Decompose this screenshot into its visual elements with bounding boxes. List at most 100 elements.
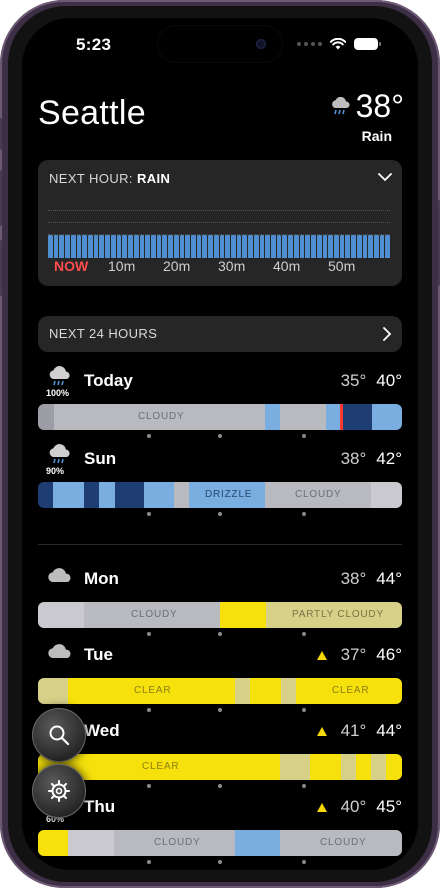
timeline-segment (341, 754, 356, 780)
day-temperatures: 40° 45° (316, 797, 402, 817)
timeline-segment-rain (265, 404, 280, 430)
alert-icon[interactable] (316, 650, 327, 660)
precipitation-bar (253, 235, 259, 258)
day-temperatures: 38° 42° (341, 449, 402, 469)
precip-chance: 90% (46, 466, 65, 476)
segment-label: CLEAR (332, 685, 370, 696)
timeline-segment-clear (220, 602, 266, 628)
timeline-segment (250, 678, 281, 704)
precipitation-bar (225, 235, 230, 258)
condition-timeline: CLEAR CLEAR (38, 678, 402, 704)
volume-up-button (0, 170, 2, 226)
precipitation-bar (59, 235, 65, 258)
timeline-segment (68, 830, 114, 856)
precipitation-bar (236, 235, 242, 258)
timeline-segment-clear: CLEAR (296, 678, 402, 704)
precipitation-bar (339, 235, 345, 258)
timeline-segment (38, 482, 53, 508)
chevron-down-icon[interactable] (378, 173, 392, 182)
precipitation-bar (202, 235, 208, 258)
timeline-segment (235, 678, 250, 704)
precipitation-bar (293, 235, 299, 258)
cellular-signal-icon (297, 42, 322, 46)
precipitation-bar (333, 235, 339, 258)
day-row-thu[interactable]: 60% Thu 40° 45° CLOUDY CLOUDY (38, 792, 402, 864)
timeline-segment-clear (38, 830, 68, 856)
next-hour-title: NEXT HOUR: RAIN (49, 171, 170, 186)
timeline-segment (38, 404, 54, 430)
precipitation-bar (288, 235, 293, 258)
low-temp: 40° (340, 797, 367, 816)
precipitation-bar (282, 235, 288, 258)
precipitation-bar (362, 235, 368, 258)
precipitation-bar (265, 235, 271, 258)
precipitation-bar (259, 235, 265, 258)
day-row-wed[interactable]: Wed 41° 44° CLEAR (38, 716, 402, 788)
precipitation-bar (373, 235, 379, 258)
timeline-segment (53, 482, 84, 508)
next-hour-condition: RAIN (136, 171, 171, 186)
timeline-segment-partly-cloudy: PARTLY CLOUDY (266, 602, 402, 628)
timeline-segment (371, 754, 386, 780)
search-button[interactable] (32, 708, 86, 762)
chart-gridline (48, 222, 390, 223)
cloud-icon (48, 644, 71, 658)
high-temp: 42° (376, 449, 402, 468)
section-divider (38, 544, 402, 545)
day-row-mon[interactable]: Mon 38° 44° CLOUDY PARTLY CLOUDY (38, 564, 402, 636)
precipitation-bar (116, 235, 122, 258)
alert-icon[interactable] (316, 726, 327, 736)
day-temperatures: 41° 44° (316, 721, 402, 741)
precipitation-bar (213, 235, 219, 258)
precipitation-bar (76, 235, 82, 258)
timeline-segment-cloudy: CLOUDY (265, 482, 371, 508)
action-button (0, 118, 2, 150)
settings-button[interactable] (32, 764, 86, 818)
timeline-segment (84, 482, 99, 508)
day-temperatures: 35° 40° (341, 371, 402, 391)
precipitation-bar (328, 235, 333, 258)
segment-label: DRIZZLE (205, 489, 253, 500)
precipitation-bars (48, 234, 391, 258)
precipitation-bar (93, 235, 99, 258)
low-temp: 37° (340, 645, 367, 664)
precipitation-bar (190, 235, 196, 258)
low-temp: 38° (340, 569, 367, 588)
tick-50m: 50m (328, 258, 356, 274)
precipitation-bar (231, 235, 236, 258)
timeline-segment-cloudy: CLOUDY (84, 602, 220, 628)
status-icons (297, 38, 381, 50)
status-time: 5:23 (76, 35, 112, 54)
timeline-segment (99, 482, 115, 508)
day-row-sun[interactable]: 90% Sun 38° 42° DRIZZLE CLOUDY (38, 444, 402, 516)
precipitation-bar (276, 235, 282, 258)
low-temp: 35° (340, 371, 367, 390)
precipitation-bar (70, 235, 76, 258)
timeline-segment-rain (235, 830, 280, 856)
high-temp: 40° (376, 371, 402, 390)
precipitation-bar (145, 235, 150, 258)
next-24-hours-button[interactable]: NEXT 24 HOURS (38, 316, 402, 352)
current-temperature: 38° (330, 88, 404, 125)
precipitation-bar (65, 235, 70, 258)
precipitation-bar (53, 235, 59, 258)
timeline-segment-drizzle: DRIZZLE (189, 482, 265, 508)
timeline-segment (371, 482, 402, 508)
day-row-tue[interactable]: Tue 37° 46° CLEAR CLEAR (38, 640, 402, 712)
condition-timeline: CLEAR (38, 754, 402, 780)
segment-label: PARTLY CLOUDY (292, 609, 384, 620)
timeline-hour-dots (38, 512, 402, 518)
day-row-today[interactable]: 100% Today 35° 40° CLOUDY (38, 366, 402, 438)
day-temperatures: 37° 46° (316, 645, 402, 665)
timeline-segment (144, 482, 174, 508)
precipitation-bar (139, 235, 145, 258)
segment-label: CLOUDY (131, 609, 178, 620)
precipitation-chart (48, 202, 391, 258)
alert-icon[interactable] (316, 802, 327, 812)
next-hour-card[interactable]: NEXT HOUR: RAIN NOW 10m 20m 30m 40m 50m (38, 160, 402, 286)
cloud-icon (48, 568, 71, 582)
precipitation-bar (208, 235, 213, 258)
timeline-segment (115, 482, 144, 508)
segment-label: CLOUDY (320, 837, 367, 848)
next-24-hours-label: NEXT 24 HOURS (49, 326, 158, 341)
